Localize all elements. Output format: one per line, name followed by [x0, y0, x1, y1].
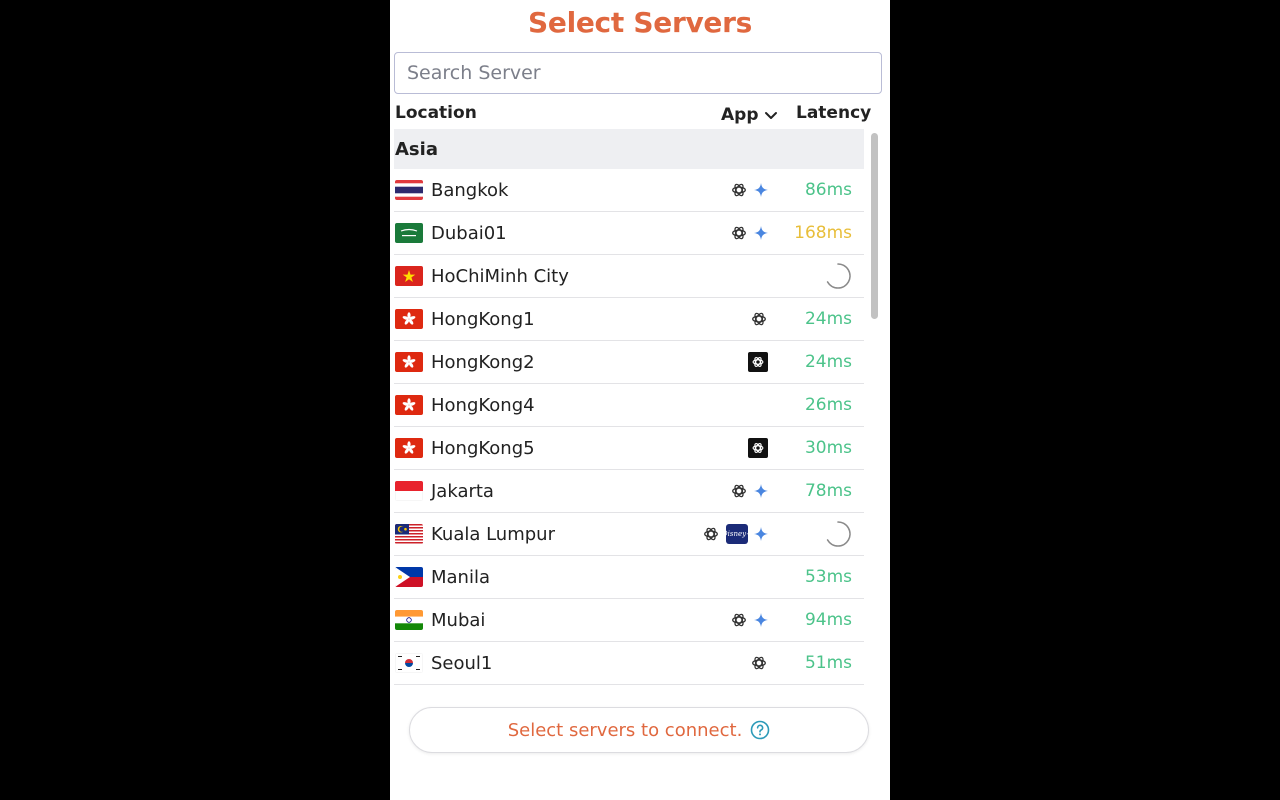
sparkle-icon [754, 226, 768, 240]
latency-value: 30ms [804, 438, 852, 458]
latency-value: 78ms [804, 481, 852, 501]
server-row-jakarta[interactable]: Jakarta 78ms [394, 470, 864, 513]
server-row-mubai[interactable]: Mubai 94ms [394, 599, 864, 642]
latency-value: 53ms [804, 567, 852, 587]
chatgpt-app-icon [748, 438, 768, 458]
server-name: HongKong2 [431, 351, 535, 373]
chatgpt-icon [752, 656, 766, 670]
server-row-seoul1[interactable]: Seoul1 51ms [394, 642, 864, 685]
chatgpt-icon [704, 527, 718, 541]
server-name: Mubai [431, 609, 486, 631]
south-korea-flag-icon [395, 653, 423, 673]
connect-status-text: Select servers to connect. [507, 719, 743, 741]
group-header-asia: Asia [394, 129, 864, 169]
server-row-bangkok[interactable]: Bangkok 86ms [394, 169, 864, 212]
help-icon[interactable] [750, 720, 770, 740]
latency-value: 51ms [804, 653, 852, 673]
server-name: Manila [431, 566, 491, 588]
indonesia-flag-icon [395, 481, 423, 501]
latency-value: 24ms [804, 309, 852, 329]
server-name: Seoul1 [431, 652, 493, 674]
latency-value: 24ms [804, 352, 852, 372]
chatgpt-icon [732, 613, 746, 627]
server-name: Bangkok [431, 179, 509, 201]
chatgpt-app-icon [748, 352, 768, 372]
loading-spinner-icon [826, 521, 851, 547]
vietnam-flag-icon [395, 266, 423, 286]
server-row-hochiminh-city[interactable]: HoChiMinh City [394, 255, 864, 298]
loading-spinner-icon [826, 263, 851, 289]
server-name: HongKong4 [431, 394, 535, 416]
server-name: Dubai01 [431, 222, 507, 244]
column-header-app[interactable]: App [721, 103, 779, 127]
server-row-kuala-lumpur[interactable]: Kuala Lumpur Disney+ [394, 513, 864, 556]
india-flag-icon [395, 610, 423, 630]
column-header-app-label: App [721, 105, 759, 125]
server-row-manila[interactable]: Manila 53ms [394, 556, 864, 599]
chatgpt-icon [732, 484, 746, 498]
latency-value: 86ms [804, 180, 852, 200]
chatgpt-icon [732, 183, 746, 197]
page-title: Select Servers [528, 6, 752, 39]
hong-kong-flag-icon [395, 438, 423, 458]
server-name: HongKong5 [431, 437, 535, 459]
hong-kong-flag-icon [395, 352, 423, 372]
chevron-down-icon[interactable] [763, 107, 779, 123]
sparkle-icon [754, 613, 768, 627]
search-input[interactable] [394, 52, 882, 94]
philippines-flag-icon [395, 567, 423, 587]
latency-value: 94ms [804, 610, 852, 630]
server-name: Kuala Lumpur [431, 523, 555, 545]
scrollbar-thumb[interactable] [871, 133, 878, 319]
list-scrollbar[interactable] [869, 131, 879, 688]
server-name: HongKong1 [431, 308, 535, 330]
hong-kong-flag-icon [395, 395, 423, 415]
latency-value: 168ms [794, 223, 852, 243]
server-list: Asia Bangkok 86ms Dubai01 168ms HoChiMin… [394, 129, 864, 688]
server-row-hongkong1[interactable]: HongKong1 24ms [394, 298, 864, 341]
server-row-hongkong2[interactable]: HongKong2 24ms [394, 341, 864, 384]
hong-kong-flag-icon [395, 309, 423, 329]
server-row-hongkong4[interactable]: HongKong4 26ms [394, 384, 864, 427]
thailand-flag-icon [395, 180, 423, 200]
server-row-hongkong5[interactable]: HongKong5 30ms [394, 427, 864, 470]
connect-status-bar: Select servers to connect. [409, 707, 869, 753]
malaysia-flag-icon [395, 524, 423, 544]
sparkle-icon [754, 527, 768, 541]
server-row-dubai01[interactable]: Dubai01 168ms [394, 212, 864, 255]
server-name: HoChiMinh City [431, 265, 569, 287]
server-panel: Select Servers Location App Latency Asia… [390, 0, 890, 800]
sparkle-icon [754, 183, 768, 197]
column-header-location[interactable]: Location [395, 103, 477, 127]
server-name: Jakarta [431, 480, 494, 502]
saudi-arabia-flag-icon [395, 223, 423, 243]
disney-plus-icon: Disney+ [722, 524, 752, 544]
chatgpt-icon [752, 312, 766, 326]
latency-value: 26ms [804, 395, 852, 415]
column-header-latency[interactable]: Latency [796, 103, 871, 127]
chatgpt-icon [732, 226, 746, 240]
sparkle-icon [754, 484, 768, 498]
